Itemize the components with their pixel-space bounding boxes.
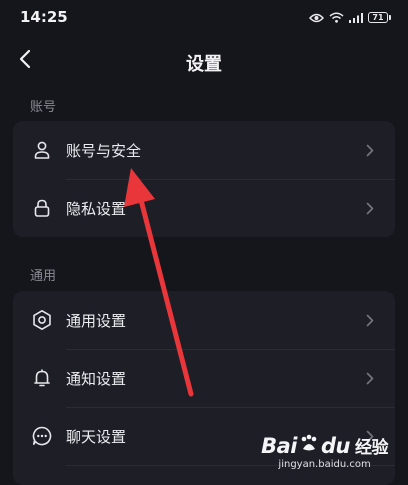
section-label-account: 账号 xyxy=(30,100,57,115)
chevron-right-icon xyxy=(363,371,377,385)
watermark-brand-suffix: du xyxy=(321,433,350,458)
account-card: 账号与安全 隐私设置 xyxy=(13,121,395,237)
paw-icon xyxy=(299,433,319,458)
user-icon xyxy=(30,138,54,162)
chevron-right-icon xyxy=(363,143,377,157)
settings-item-label: 账号与安全 xyxy=(66,141,142,160)
watermark-brand-cn: 经验 xyxy=(355,438,389,458)
status-icons: 71 xyxy=(308,8,391,27)
lock-icon xyxy=(30,196,54,220)
chat-bubble-icon xyxy=(30,424,54,448)
settings-item-notifications[interactable]: 通知设置 xyxy=(13,349,395,407)
watermark-logo: Bai du 经验 xyxy=(261,433,389,459)
baidu-watermark: Bai du 经验 jingyan.baidu.com xyxy=(261,433,389,471)
watermark-brand: Bai xyxy=(261,433,298,458)
settings-item-general[interactable]: 通用设置 xyxy=(13,291,395,349)
signal-icon xyxy=(349,8,363,27)
wifi-icon xyxy=(329,8,344,27)
section-label-general: 通用 xyxy=(30,269,57,284)
watermark-url: jingyan.baidu.com xyxy=(278,459,371,470)
chevron-right-icon xyxy=(363,313,377,327)
nav-bar: 设置 xyxy=(0,42,408,80)
battery-icon: 71 xyxy=(368,11,391,23)
settings-item-label: 通知设置 xyxy=(66,369,127,388)
settings-item-account-security[interactable]: 账号与安全 xyxy=(13,121,395,179)
status-bar: 14:25 71 xyxy=(0,0,408,34)
eye-icon xyxy=(308,8,325,27)
settings-item-label: 通用设置 xyxy=(66,311,127,330)
settings-item-privacy[interactable]: 隐私设置 xyxy=(13,179,395,237)
gear-icon xyxy=(30,308,54,332)
chevron-right-icon xyxy=(363,201,377,215)
bell-icon xyxy=(30,366,54,390)
status-time: 14:25 xyxy=(20,8,68,26)
page-title: 设置 xyxy=(186,54,222,75)
settings-item-label: 隐私设置 xyxy=(66,199,127,218)
